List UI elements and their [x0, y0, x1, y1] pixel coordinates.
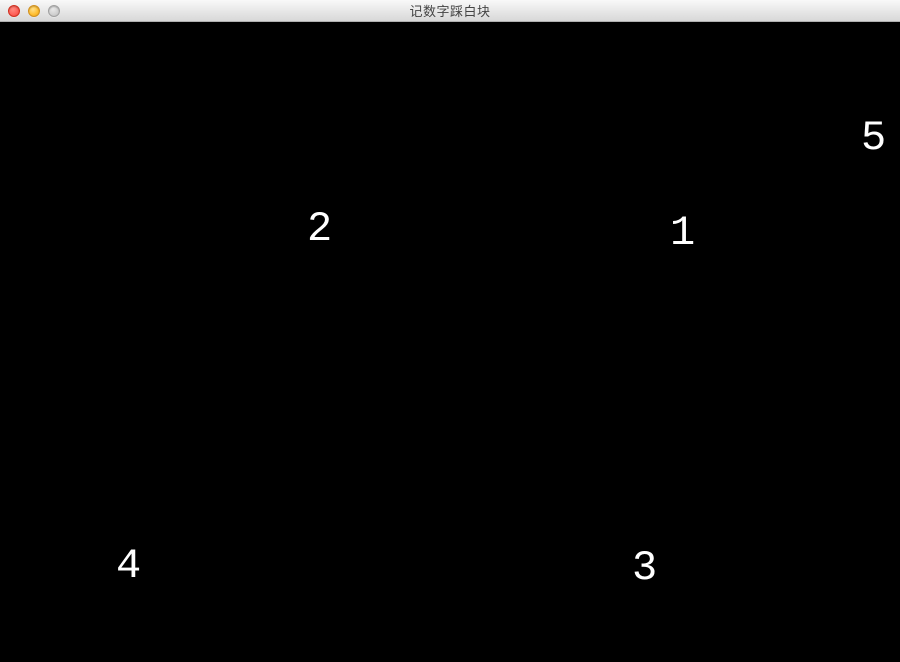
- number-tile-4[interactable]: 4: [116, 545, 141, 587]
- window-title: 记数字踩白块: [409, 1, 490, 20]
- titlebar: 记数字踩白块: [0, 0, 900, 22]
- maximize-icon[interactable]: [48, 5, 60, 17]
- game-area[interactable]: 1 2 3 4 5: [0, 22, 900, 662]
- close-icon[interactable]: [8, 5, 20, 17]
- number-tile-3[interactable]: 3: [632, 547, 657, 589]
- number-tile-5[interactable]: 5: [861, 117, 886, 159]
- minimize-icon[interactable]: [28, 5, 40, 17]
- traffic-lights: [0, 5, 60, 17]
- number-tile-1[interactable]: 1: [670, 212, 695, 254]
- app-window: 记数字踩白块 1 2 3 4 5: [0, 0, 900, 662]
- number-tile-2[interactable]: 2: [307, 208, 332, 250]
